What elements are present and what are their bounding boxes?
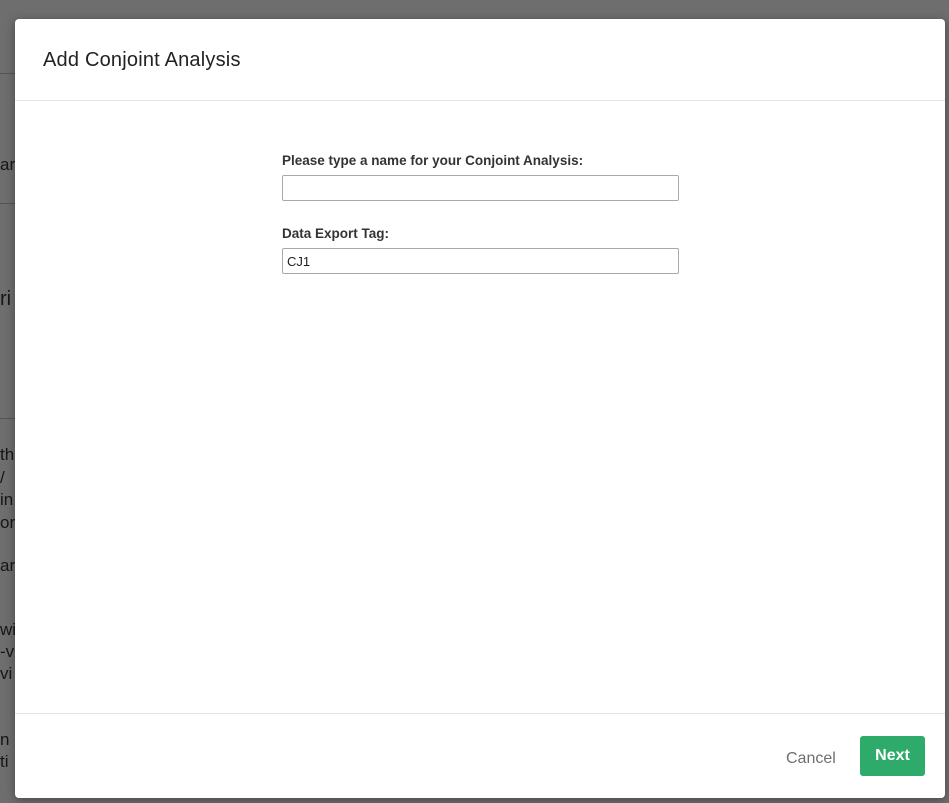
conjoint-name-input[interactable] (282, 175, 679, 201)
data-export-tag-input[interactable] (282, 248, 679, 274)
dialog-title: Add Conjoint Analysis (43, 49, 241, 71)
name-field-label: Please type a name for your Conjoint Ana… (282, 153, 584, 168)
add-conjoint-analysis-dialog: Add Conjoint Analysis Please type a name… (15, 19, 945, 798)
conjoint-form: Please type a name for your Conjoint Ana… (282, 153, 679, 274)
cancel-button[interactable]: Cancel (774, 739, 848, 779)
field-spacer (282, 201, 679, 226)
dialog-header: Add Conjoint Analysis (15, 19, 945, 101)
export-tag-label: Data Export Tag: (282, 226, 390, 241)
dialog-footer: Cancel Next (15, 713, 945, 798)
next-button[interactable]: Next (860, 736, 925, 776)
